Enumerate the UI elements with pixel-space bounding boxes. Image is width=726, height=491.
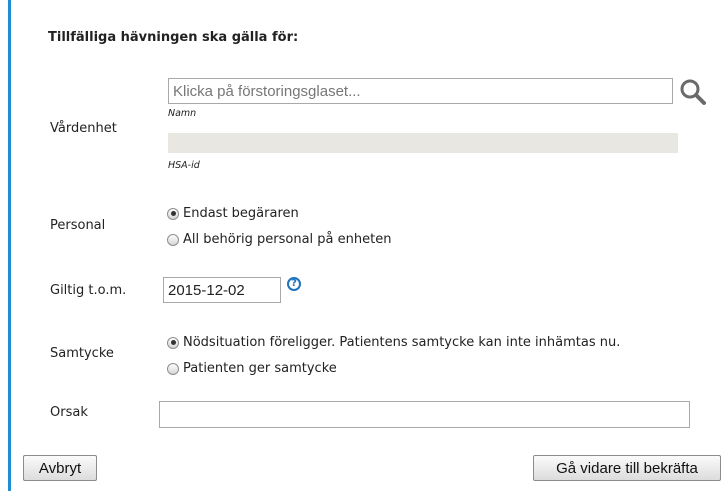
hsa-id-sublabel: HSA-id [168, 160, 200, 171]
cancel-button[interactable]: Avbryt [23, 455, 97, 481]
orsak-input[interactable] [159, 401, 690, 428]
continue-to-confirm-button[interactable]: Gå vidare till bekräfta [533, 455, 721, 481]
personal-option-label: Endast begäraren [183, 206, 299, 221]
giltig-label: Giltig t.o.m. [50, 283, 127, 298]
personal-option-all-staff[interactable]: All behörig personal på enheten [167, 232, 391, 247]
samtycke-option-label: Patienten ger samtycke [183, 361, 337, 376]
personal-option-requester[interactable]: Endast begäraren [167, 206, 299, 221]
giltig-date-input[interactable] [163, 277, 281, 303]
vardenhet-label: Vårdenhet [50, 121, 117, 136]
personal-option-label: All behörig personal på enheten [183, 232, 392, 247]
personal-label: Personal [50, 218, 106, 233]
left-accent-bar [8, 0, 11, 491]
radio-button[interactable] [167, 336, 179, 349]
samtycke-label: Samtycke [50, 346, 114, 361]
search-icon[interactable] [678, 77, 708, 107]
orsak-label: Orsak [50, 405, 88, 420]
samtycke-option-label: Nödsituation föreligger. Patientens samt… [183, 335, 621, 350]
name-sublabel: Namn [168, 108, 197, 119]
radio-button[interactable] [167, 362, 179, 375]
vardenhet-name-input[interactable] [168, 78, 673, 104]
form-heading: Tillfälliga hävningen ska gälla för: [48, 30, 299, 45]
hsa-id-field [168, 133, 678, 153]
samtycke-option-emergency[interactable]: Nödsituation föreligger. Patientens samt… [167, 335, 620, 350]
radio-button[interactable] [167, 233, 179, 246]
samtycke-option-consent[interactable]: Patienten ger samtycke [167, 361, 337, 376]
help-icon[interactable]: ? [287, 277, 301, 291]
radio-button[interactable] [167, 207, 179, 220]
